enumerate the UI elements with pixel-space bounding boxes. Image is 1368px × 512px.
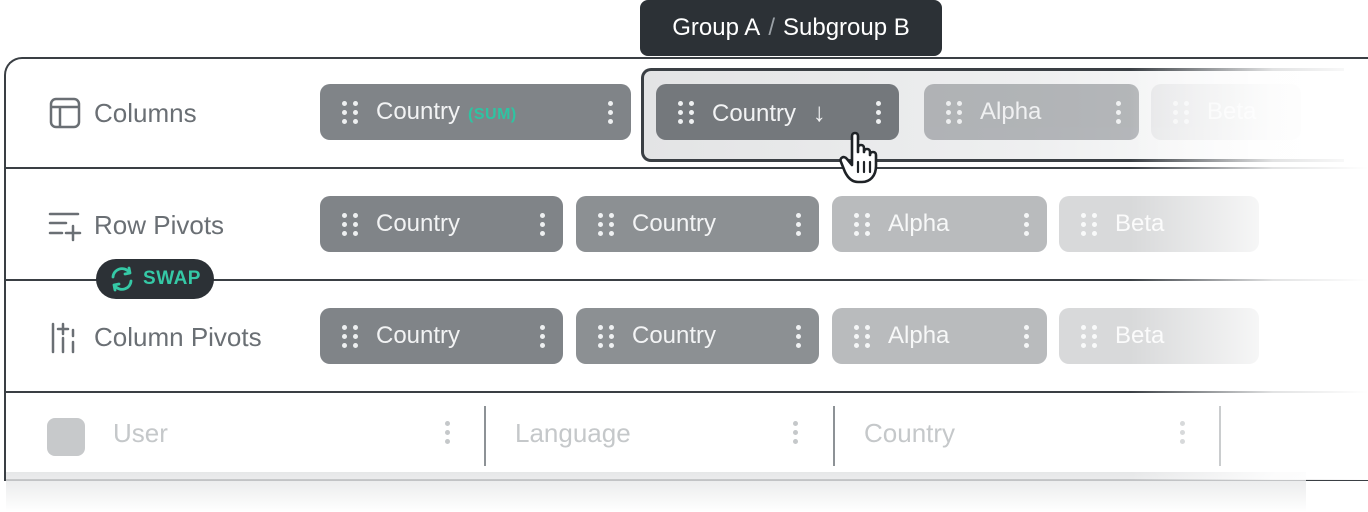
column-header-user[interactable]: User <box>113 418 168 449</box>
column-pill[interactable]: Alpha <box>924 84 1139 140</box>
column-menu-icon[interactable] <box>445 421 451 444</box>
columns-label: Columns <box>94 97 197 128</box>
column-menu-icon[interactable] <box>793 421 799 444</box>
column-divider[interactable] <box>1219 406 1221 466</box>
drag-handle-icon[interactable] <box>342 213 358 236</box>
row-pivots-row-label: Row Pivots <box>48 205 224 245</box>
drag-handle-icon[interactable] <box>1081 325 1097 348</box>
more-options-icon[interactable] <box>539 324 545 348</box>
column-divider[interactable] <box>484 406 486 466</box>
select-all-checkbox[interactable] <box>47 418 85 456</box>
column-header-country[interactable]: Country <box>864 418 955 449</box>
swap-button[interactable]: SWAP <box>96 259 214 299</box>
pill-label: Beta <box>1115 322 1165 349</box>
sort-desc-icon[interactable]: ↓ <box>813 97 826 127</box>
column-pill[interactable]: Beta <box>1151 84 1301 140</box>
pill-label: Country <box>376 322 461 349</box>
swap-icon <box>111 266 133 292</box>
more-options-icon[interactable] <box>795 212 801 236</box>
more-options-icon[interactable] <box>875 100 881 124</box>
swap-label: SWAP <box>143 268 201 289</box>
row-pivot-pill[interactable]: Beta <box>1059 196 1259 252</box>
table-columns-icon <box>49 97 81 129</box>
column-pivot-add-icon <box>51 322 75 354</box>
column-pivot-pill[interactable]: Country <box>576 308 819 364</box>
column-pivots-label: Column Pivots <box>94 321 262 352</box>
drag-handle-icon[interactable] <box>598 213 614 236</box>
more-options-icon[interactable] <box>1023 324 1029 348</box>
drag-handle-icon[interactable] <box>342 325 358 348</box>
tooltip-subgroup: Subgroup B <box>782 14 910 41</box>
column-pill[interactable]: Country (SUM) <box>320 84 631 140</box>
pill-label: Country <box>712 99 797 127</box>
tooltip-separator: / <box>768 14 775 41</box>
pill-label: Alpha <box>888 322 950 349</box>
row-pivot-add-icon <box>48 212 82 242</box>
more-options-icon[interactable] <box>1023 212 1029 236</box>
pill-label: Beta <box>1207 98 1257 125</box>
drag-handle-icon[interactable] <box>946 101 962 124</box>
pill-label: Alpha <box>888 210 950 237</box>
row-pivots-label: Row Pivots <box>94 209 225 240</box>
more-options-icon[interactable] <box>795 324 801 348</box>
more-options-icon[interactable] <box>539 212 545 236</box>
aggregate-badge: (SUM) <box>468 106 517 123</box>
drag-handle-icon[interactable] <box>854 325 870 348</box>
tooltip-group: Group A <box>672 14 761 41</box>
column-divider[interactable] <box>833 406 835 466</box>
drag-handle-icon[interactable] <box>1081 213 1097 236</box>
row-divider <box>6 167 1368 169</box>
more-options-icon[interactable] <box>607 100 613 124</box>
drag-handle-icon[interactable] <box>1173 101 1189 124</box>
row-divider <box>6 391 1368 393</box>
column-pivot-pill[interactable]: Beta <box>1059 308 1259 364</box>
column-header-language[interactable]: Language <box>515 418 631 449</box>
panel-shadow <box>6 472 1306 512</box>
drag-handle-icon[interactable] <box>342 101 358 124</box>
more-options-icon[interactable] <box>1115 100 1121 124</box>
pill-label: Country <box>376 98 461 125</box>
group-tooltip: Group A / Subgroup B <box>640 0 942 56</box>
drag-handle-icon[interactable] <box>598 325 614 348</box>
pill-label: Alpha <box>980 98 1042 125</box>
row-pivot-pill[interactable]: Alpha <box>832 196 1047 252</box>
hand-pointer-cursor-icon <box>839 131 878 184</box>
column-menu-icon[interactable] <box>1180 421 1186 444</box>
pill-label: Country <box>632 322 717 349</box>
drag-handle-icon[interactable] <box>854 213 870 236</box>
row-pivot-pill[interactable]: Country <box>576 196 819 252</box>
columns-row-label: Columns <box>48 93 197 133</box>
drag-handle-icon[interactable] <box>678 101 694 124</box>
pill-label: Country <box>376 210 461 237</box>
pill-label: Beta <box>1115 210 1165 237</box>
row-pivot-pill[interactable]: Country <box>320 196 563 252</box>
column-pivots-row-label: Column Pivots <box>48 317 262 357</box>
column-pivot-pill[interactable]: Alpha <box>832 308 1047 364</box>
column-pivot-pill[interactable]: Country <box>320 308 563 364</box>
pill-label: Country <box>632 210 717 237</box>
